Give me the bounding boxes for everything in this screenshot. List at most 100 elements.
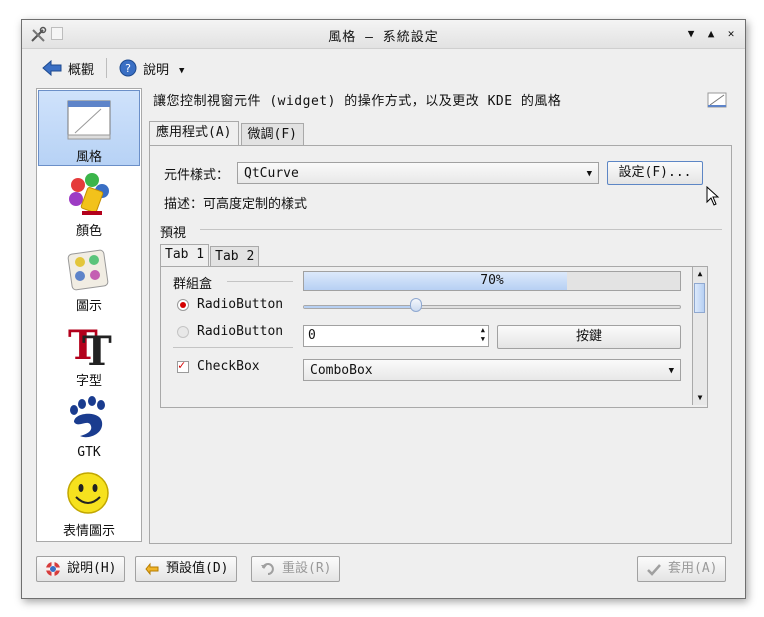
preview-tab-1[interactable]: Tab 1	[160, 244, 210, 267]
sidebar-item-icons[interactable]: 圖示	[38, 240, 140, 314]
preview-push-button[interactable]: 按鍵	[497, 325, 681, 349]
reset-button[interactable]: 重設(R)	[251, 556, 341, 582]
overview-button[interactable]: 概觀	[36, 56, 100, 80]
widget-style-value: QtCurve	[244, 166, 299, 181]
help-menu-button[interactable]: ? 說明 ▼	[113, 56, 190, 80]
radio-indicator	[177, 298, 189, 311]
gtk-icon	[70, 396, 105, 438]
sidebar-item-label: GTK	[77, 445, 101, 460]
chevron-down-icon: ▼	[668, 366, 674, 376]
window-title: 風格 – 系統設定	[328, 30, 439, 45]
tab-label: 應用程式	[156, 125, 209, 140]
spin-down-icon[interactable]: ▼	[481, 335, 485, 344]
preview-title: 預視	[160, 226, 187, 241]
tab-finetuning[interactable]: 微調(F)	[240, 123, 304, 146]
scroll-up-icon[interactable]: ▲	[693, 267, 707, 281]
sidebar-item-label: 字型	[75, 374, 102, 389]
sidebar-item-fonts[interactable]: T T 字型	[38, 315, 140, 389]
defaults-button-label: 預設值(D)	[166, 561, 229, 576]
sidebar-item-label: 表情圖示	[62, 524, 115, 539]
spin-up-icon[interactable]: ▲	[481, 326, 485, 335]
dialog-button-bar: 說明(H) 預設值(D) 重設(R) 套用(A)	[22, 552, 745, 586]
back-arrow-icon	[42, 60, 62, 76]
preview-pane: 群組盒 RadioButton RadioButton CheckBox	[160, 266, 708, 408]
preview-tab-2[interactable]: Tab 2	[210, 246, 260, 267]
sidebar-item-gtk[interactable]: GTK	[38, 390, 140, 464]
title-bar[interactable]: 風格 – 系統設定 ▼ ▲ ✕	[22, 20, 745, 49]
radio-indicator	[177, 325, 189, 338]
tab-mnemonic: (A)	[208, 125, 232, 140]
preview-scrollbar[interactable]: ▲ ▼	[692, 267, 707, 405]
progress-text: 70%	[480, 273, 504, 288]
scroll-down-icon[interactable]: ▼	[693, 391, 707, 405]
tab-mnemonic: (F)	[273, 127, 297, 142]
slider-fill	[304, 306, 417, 308]
preview-divider	[200, 229, 722, 230]
help-label: 說明	[143, 62, 170, 78]
spin-box[interactable]: 0 ▲ ▼	[303, 325, 489, 347]
emoticons-icon	[67, 472, 109, 514]
whats-this-icon[interactable]	[706, 90, 728, 110]
slider-handle[interactable]	[410, 298, 423, 312]
fonts-icon: T T	[68, 322, 112, 367]
chevron-down-icon: ▼	[586, 169, 593, 179]
spin-value: 0	[308, 328, 316, 343]
scrollbar-thumb[interactable]	[694, 283, 705, 313]
combobox-value: ComboBox	[310, 363, 373, 378]
sidebar-item-emoticons[interactable]: 表情圖示	[38, 465, 140, 539]
radio-label: RadioButton	[197, 324, 284, 339]
style-preview: Tab 1 Tab 2 群組盒 RadioButton RadioButton …	[160, 244, 708, 410]
mouse-cursor-icon	[706, 186, 720, 206]
progress-bar: 70%	[303, 271, 681, 291]
defaults-icon	[145, 562, 159, 576]
checkbox-label: CheckBox	[197, 359, 260, 374]
lifebuoy-icon	[46, 562, 60, 576]
radio-button-2[interactable]: RadioButton	[177, 324, 283, 339]
svg-text:T: T	[82, 328, 112, 367]
icons-icon	[67, 249, 109, 291]
sidebar-item-colors[interactable]: 顏色	[38, 165, 140, 239]
style-icon	[67, 100, 111, 140]
preview-combobox[interactable]: ComboBox ▼	[303, 359, 681, 381]
help-icon: ?	[119, 59, 137, 77]
toolbar-separator	[106, 58, 108, 78]
sidebar-item-label: 顏色	[75, 224, 102, 239]
checkmark-icon	[647, 564, 661, 576]
sidebar-item-label: 圖示	[75, 299, 102, 314]
groupbox-divider	[227, 281, 293, 282]
sidebar-item-label: 風格	[75, 150, 102, 165]
apply-button-label: 套用(A)	[668, 561, 718, 576]
help-button-label: 說明(H)	[67, 561, 117, 576]
maximize-button[interactable]: ▲	[703, 26, 719, 42]
widget-style-label: 元件樣式：	[164, 167, 230, 183]
reset-button-label: 重設(R)	[282, 561, 332, 576]
checkbox-indicator	[177, 358, 189, 373]
tab-applications[interactable]: 應用程式(A)	[149, 121, 239, 146]
main-tabbar: 應用程式(A) 微調(F)	[149, 121, 306, 146]
preview-tabbar: Tab 1 Tab 2	[160, 244, 260, 267]
defaults-button[interactable]: 預設值(D)	[135, 556, 238, 582]
help-button[interactable]: 說明(H)	[36, 556, 126, 582]
applications-pane: 元件樣式： QtCurve ▼ 設定(F)... 描述：可高度定制的樣式 預視 …	[149, 145, 732, 544]
spin-arrows[interactable]: ▲ ▼	[481, 326, 485, 344]
svg-text:?: ?	[125, 62, 131, 75]
undo-icon	[261, 563, 274, 575]
groupbox-title: 群組盒	[173, 277, 213, 292]
groupbox-separator	[173, 347, 293, 348]
close-button[interactable]: ✕	[723, 26, 739, 42]
preview-checkbox[interactable]: CheckBox	[177, 358, 260, 374]
category-sidebar: 風格 顏色 圖示 T T 字型 GTK 表情圖示	[36, 88, 142, 542]
widget-style-combo[interactable]: QtCurve ▼	[237, 162, 600, 184]
apply-button[interactable]: 套用(A)	[637, 556, 727, 582]
colors-icon	[69, 173, 109, 215]
sidebar-item-style[interactable]: 風格	[38, 90, 140, 166]
configure-button[interactable]: 設定(F)...	[607, 161, 704, 185]
style-description: 描述：可高度定制的樣式	[164, 197, 308, 212]
minimize-button[interactable]: ▼	[683, 26, 699, 42]
settings-window: 風格 – 系統設定 ▼ ▲ ✕ 概觀 ? 說明 ▼ 風格 顏色 圖示 T T 字…	[21, 19, 746, 599]
chevron-down-icon: ▼	[179, 66, 185, 76]
radio-label: RadioButton	[197, 297, 284, 312]
slider-track[interactable]	[303, 305, 681, 309]
radio-button-1[interactable]: RadioButton	[177, 297, 283, 312]
overview-label: 概觀	[68, 62, 95, 78]
